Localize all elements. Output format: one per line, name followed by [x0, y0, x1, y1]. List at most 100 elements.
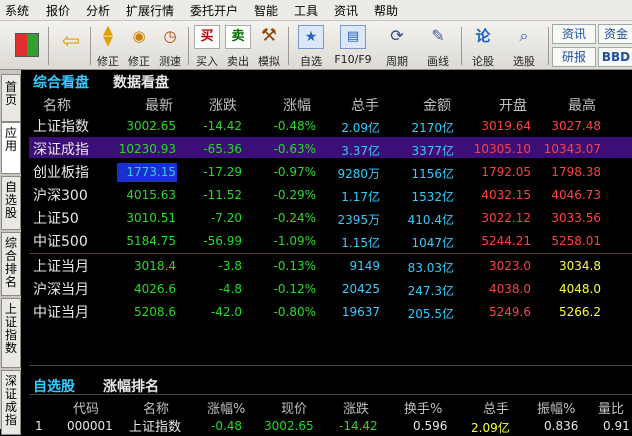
- row-vol: 1.15亿: [341, 236, 380, 250]
- row-vol: 2.09亿: [341, 121, 380, 135]
- sell-button[interactable]: 卖 卖出: [223, 21, 253, 69]
- sidebar-item-ranking[interactable]: 综合排名: [1, 232, 21, 296]
- period-button[interactable]: ⟳ 周期: [377, 21, 417, 69]
- tab-watchlist[interactable]: 自选股: [33, 376, 75, 396]
- row-pct: -1.09%: [273, 234, 316, 248]
- news-link[interactable]: 资讯: [552, 24, 596, 44]
- back-arrow-icon: ⇦: [61, 29, 81, 54]
- research-link[interactable]: 研报: [552, 47, 596, 67]
- row-pct: -0.29%: [273, 188, 316, 202]
- row-open: 10305.10: [473, 142, 531, 156]
- updown-button[interactable]: ▲ ▼ 修正: [93, 21, 123, 69]
- menu-smart[interactable]: 智能: [254, 2, 278, 19]
- wl-col-price[interactable]: 现价: [281, 398, 307, 417]
- simulate-label: 模拟: [258, 55, 280, 68]
- buy-label: 买入: [196, 55, 218, 68]
- speedtest-button[interactable]: ◷ 测速: [155, 21, 185, 69]
- row-amt: 2170亿: [411, 121, 454, 135]
- row-high: 5266.2: [559, 305, 601, 319]
- col-pct[interactable]: 涨幅: [283, 95, 311, 115]
- sidebar-item-apps[interactable]: 应用: [1, 122, 21, 174]
- buy-icon: 买: [194, 25, 220, 49]
- watchlist-divider: [29, 394, 632, 395]
- row-pct: -0.12%: [273, 282, 316, 296]
- f10-button[interactable]: ▤ F10/F9: [330, 21, 376, 69]
- buy-button[interactable]: 买 买入: [192, 21, 222, 69]
- wl-pct: -0.48: [211, 419, 243, 433]
- wl-col-ratio[interactable]: 量比: [598, 398, 624, 417]
- pencil-icon: ✎: [431, 26, 445, 45]
- period-icon: ⟳: [390, 26, 404, 45]
- col-high[interactable]: 最高: [568, 95, 596, 115]
- watchlist-button[interactable]: ★ 自选: [292, 21, 330, 69]
- menu-quote[interactable]: 报价: [46, 2, 70, 19]
- tab-overview[interactable]: 综合看盘: [33, 72, 89, 92]
- col-vol[interactable]: 总手: [351, 95, 379, 115]
- star-icon: ★: [298, 25, 324, 49]
- row-open: 3023.0: [489, 259, 531, 273]
- col-chg[interactable]: 涨跌: [209, 95, 237, 115]
- row-amt: 205.5亿: [407, 307, 454, 321]
- wl-col-code[interactable]: 代码: [73, 398, 99, 417]
- row-amt: 247.3亿: [407, 284, 454, 298]
- grid-button[interactable]: [8, 21, 46, 69]
- sidebar-item-home[interactable]: 首页: [1, 74, 21, 122]
- wl-col-pct[interactable]: 涨幅%: [207, 398, 245, 417]
- tab-data[interactable]: 数据看盘: [113, 72, 169, 92]
- fix-button[interactable]: ◉ 修正: [124, 21, 154, 69]
- wl-col-turnover[interactable]: 换手%: [404, 398, 442, 417]
- sidebar: 首页 应用 自选股 综合排名 上证指数 深证成指: [0, 70, 21, 435]
- row-amt: 410.4亿: [407, 213, 454, 227]
- sidebar-item-sh-index[interactable]: 上证指数: [1, 298, 21, 368]
- wl-col-amp[interactable]: 振幅%: [537, 398, 575, 417]
- simulate-button[interactable]: ⚒ 模拟: [254, 21, 284, 69]
- sell-icon: 卖: [225, 25, 251, 49]
- row-last: 4026.6: [134, 282, 176, 296]
- menu-news[interactable]: 资讯: [334, 2, 358, 19]
- bbd-link[interactable]: BBD: [598, 47, 632, 67]
- forum-button[interactable]: 论 论股: [465, 21, 501, 69]
- row-last: 5184.75: [126, 234, 176, 248]
- row-open: 1792.05: [481, 165, 531, 179]
- row-amt: 1532亿: [411, 190, 454, 204]
- forum-label: 论股: [472, 55, 494, 68]
- col-name[interactable]: 名称: [43, 95, 71, 115]
- pickstock-button[interactable]: ⌕ 选股: [503, 21, 545, 69]
- period-label: 周期: [386, 55, 408, 68]
- row-high: 3033.56: [551, 211, 601, 225]
- drawline-button[interactable]: ✎ 画线: [418, 21, 458, 69]
- row-vol: 2395万: [337, 213, 380, 227]
- row-open: 4038.0: [489, 282, 531, 296]
- col-open[interactable]: 开盘: [499, 95, 527, 115]
- menu-system[interactable]: 系统: [5, 2, 29, 19]
- row-chg: -14.42: [203, 119, 242, 133]
- menu-analysis[interactable]: 分析: [86, 2, 110, 19]
- row-open: 5249.6: [489, 305, 531, 319]
- row-high: 3034.8: [559, 259, 601, 273]
- chat-icon: 论: [475, 27, 491, 45]
- wl-col-chg[interactable]: 涨跌: [343, 398, 369, 417]
- wl-amp: 0.836: [544, 419, 579, 433]
- menu-bar: 系统 报价 分析 扩展行情 委托开户 智能 工具 资讯 帮助: [0, 0, 632, 21]
- col-amt[interactable]: 金额: [423, 95, 451, 115]
- back-button[interactable]: ⇦: [54, 21, 88, 69]
- row-pct: -0.13%: [273, 259, 316, 273]
- menu-ext-market[interactable]: 扩展行情: [126, 2, 174, 19]
- row-last: 1773.15: [126, 165, 176, 179]
- wl-col-vol[interactable]: 总手: [483, 398, 509, 417]
- menu-account[interactable]: 委托开户: [190, 2, 238, 19]
- funds-link[interactable]: 资金: [598, 24, 632, 44]
- sidebar-item-sz-index[interactable]: 深证成指: [1, 370, 21, 435]
- wl-turnover: 0.596: [413, 419, 448, 433]
- tab-gainers[interactable]: 涨幅排名: [103, 376, 159, 396]
- row-vol: 9149: [349, 259, 380, 273]
- toolbar-separator: [288, 27, 289, 65]
- row-divider: [29, 253, 632, 254]
- drawline-label: 画线: [427, 55, 449, 68]
- menu-tools[interactable]: 工具: [294, 2, 318, 19]
- col-last[interactable]: 最新: [145, 95, 173, 115]
- sidebar-item-watchlist[interactable]: 自选股: [1, 176, 21, 230]
- menu-help[interactable]: 帮助: [374, 2, 398, 19]
- row-high: 3027.48: [551, 119, 601, 133]
- wl-col-name[interactable]: 名称: [143, 398, 169, 417]
